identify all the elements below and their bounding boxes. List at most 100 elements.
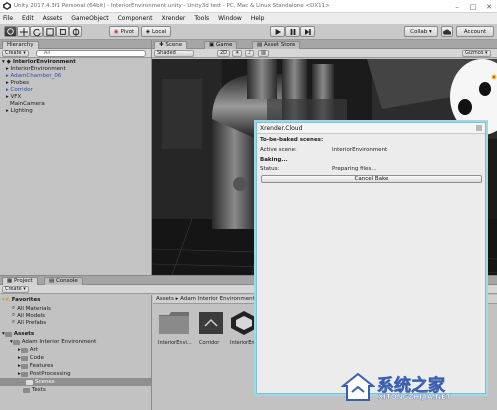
dialog-menu-icon[interactable] [476,125,482,131]
tab-scene[interactable]: ✚ Scene [154,41,188,49]
folder-item[interactable]: ▸ Art [18,347,38,353]
folder-item[interactable]: ▸ Features [18,363,53,369]
cloud-button[interactable] [441,26,453,37]
console-tab-label: Console [55,278,78,284]
folder-item[interactable]: ▸ Code [18,355,44,361]
favorites-label: Favorites [11,297,41,303]
assets-root[interactable]: ▾ Assets [2,331,34,337]
tab-game[interactable]: ▣ Game [204,41,238,49]
hierarchy-item[interactable]: ▸ Corridor [6,87,33,93]
step-button[interactable] [300,26,315,37]
folder-icon [26,379,33,385]
asset-store-tab-icon: ▤ [257,42,264,48]
folder-item[interactable]: ▸ PostProcessing [18,371,71,377]
scale-tool-button[interactable] [43,26,56,37]
rotate-tool-button[interactable] [30,26,43,37]
search-icon: ⌕ [12,312,16,318]
hierarchy-item[interactable]: ▸ Lighting [6,108,33,114]
menu-file[interactable]: File [3,15,13,22]
folder-item[interactable]: ▾ Adam Interior Environment [10,339,96,345]
collab-dropdown[interactable]: Collab ▾ [404,26,438,37]
favorites-header[interactable]: ▾★ Favorites [2,297,40,303]
tab-console[interactable]: ▤ Console [44,277,83,285]
hierarchy-item[interactable]: ▸ VFX [6,94,21,100]
pivot-toggle[interactable]: ◉ Pivot [109,26,139,37]
folder-label: Adam Interior Environment [21,339,97,345]
minimize-button[interactable]: – [449,0,465,13]
hierarchy-item-label: InteriorEnvironment [10,66,66,72]
lighting-toggle[interactable]: ☀ [232,50,243,57]
menu-assets[interactable]: Assets [43,15,63,22]
favorite-item-label: All Materials [17,305,51,312]
asset-file-item[interactable]: Corridor [196,309,228,355]
menu-gameobject[interactable]: GameObject [71,15,108,22]
folder-icon [159,312,189,334]
account-dropdown[interactable]: Account [456,26,494,37]
hierarchy-scene-root[interactable]: ▾ ◆ InteriorEnvironment [2,59,76,65]
scene-tab-bar: ✚ Scene ▣ Game ▤ Asset Store [152,40,497,49]
rotate-icon [32,28,41,36]
local-toggle[interactable]: ◈ Local [141,26,171,37]
shading-mode-dropdown[interactable]: Shaded [154,50,194,57]
hierarchy-item[interactable]: MainCamera [10,101,45,107]
maximize-button[interactable]: □ [465,0,481,13]
watermark-url: XITONGZHIJIA.NET [378,393,451,401]
hand-tool-button[interactable] [4,26,17,37]
favorite-item-label: All Prefabs [17,319,47,326]
hierarchy-item[interactable]: ▸ AdamChamber_06 [6,73,61,79]
favorite-item[interactable]: ⌕ All Models [12,312,45,319]
breadcrumb[interactable]: Assets ▸ Adam Interior Environment ▸ [156,296,259,302]
hierarchy-subbar: Create ▾ All [0,49,151,58]
effects-icon: ▨ [261,50,266,56]
local-label: Local [151,28,167,35]
dialog-title-bar[interactable]: Xrender.Cloud [257,123,485,134]
tab-project[interactable]: ▦ Project [2,277,38,285]
project-create-button[interactable]: Create ▾ [2,286,29,293]
2d-toggle[interactable]: 2D [217,50,231,57]
menu-window[interactable]: Window [218,15,242,22]
dialog-title: Xrender.Cloud [260,125,303,132]
transform-tool-button[interactable] [69,26,82,37]
pause-icon [290,28,295,35]
folder-item[interactable]: Tests [18,387,46,393]
cancel-bake-button[interactable]: Cancel Bake [261,175,482,183]
gizmos-dropdown[interactable]: Gizmos ▾ [462,50,491,57]
folder-item-selected[interactable]: Scenes [0,378,151,386]
menu-xrender[interactable]: Xrender [161,15,185,22]
tab-asset-store[interactable]: ▤ Asset Store [252,41,301,49]
rect-tool-button[interactable] [56,26,69,37]
project-tab-icon: ▦ [7,278,14,284]
scene-tab-label: Scene [165,42,183,48]
tab-hierarchy[interactable]: Hierarchy [2,41,39,49]
play-button[interactable] [270,26,285,37]
audio-icon: ♪ [248,50,252,56]
xrender-cloud-dialog: Xrender.Cloud To-be-baked scenes: Active… [256,122,486,394]
menu-edit[interactable]: Edit [22,15,34,22]
menu-help[interactable]: Help [251,15,265,22]
2d-label: 2D [220,50,228,56]
close-window-button[interactable]: ✕ [481,0,497,13]
menu-tools[interactable]: Tools [194,15,209,22]
star-icon: ▾★ [2,297,10,303]
favorite-item[interactable]: ⌕ All Prefabs [12,319,46,326]
folder-icon [20,363,28,369]
move-tool-button[interactable] [17,26,30,37]
asset-file-item[interactable]: InteriorEnvi... [158,309,192,355]
hierarchy-create-button[interactable]: Create ▾ [2,50,29,57]
hierarchy-item[interactable]: ▸ InteriorEnvironment [6,66,66,72]
light-icon: ☀ [235,50,240,56]
hierarchy-item-label: VFX [10,94,22,100]
menu-component[interactable]: Component [118,15,153,22]
move-arrows-icon [19,27,28,36]
effects-toggle[interactable]: ▨ [258,50,269,57]
hierarchy-search-input[interactable]: All [36,50,146,57]
menu-bar: File Edit Assets GameObject Component Xr… [0,13,497,24]
hierarchy-create-label: Create ▾ [5,50,26,56]
hierarchy-item[interactable]: ▸ Probes [6,80,29,86]
pause-button[interactable] [285,26,300,37]
favorite-item[interactable]: ⌕ All Materials [12,305,51,312]
window-title-bar: Unity 2017.4.3f1 Personal (64bit) - Inte… [0,0,497,13]
cloud-icon [443,29,451,35]
audio-toggle[interactable]: ♪ [245,50,255,57]
folder-label: Scenes [35,379,55,385]
